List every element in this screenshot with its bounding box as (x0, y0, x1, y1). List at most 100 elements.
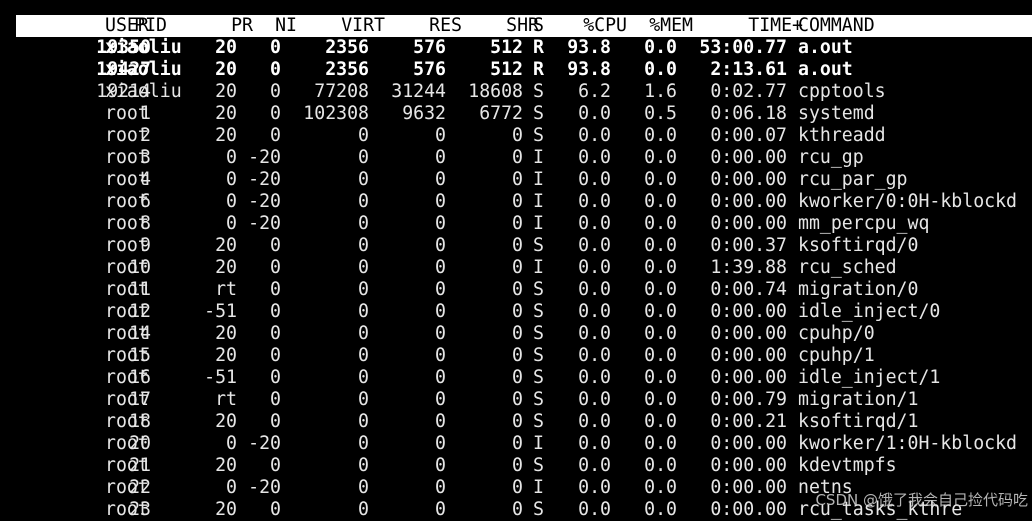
nice-cell: 0 (270, 81, 281, 102)
state-cell: I (533, 477, 544, 498)
virt-cell: 0 (358, 389, 369, 410)
cpu-cell: 93.8 (567, 59, 611, 80)
process-row[interactable]: 19427 xiaoliu 20 0 2356 576 512 R 93.8 0.0 2:13.61… (0, 59, 1032, 81)
res-cell: 0 (435, 147, 446, 168)
command-cell: cpuhp/0 (798, 323, 875, 344)
cpu-cell: 0.0 (578, 125, 611, 146)
mem-cell: 0.0 (644, 169, 677, 190)
time-cell: 0:06.18 (710, 103, 787, 124)
virt-cell: 0 (358, 125, 369, 146)
state-cell: S (533, 81, 544, 102)
priority-cell: 20 (215, 125, 237, 146)
command-cell: ksoftirqd/1 (798, 411, 919, 432)
mem-cell: 0.0 (644, 235, 677, 256)
terminal-window[interactable]: PID USER PR NI VIRT RES SHR S %CPU %MEM … (0, 0, 1032, 521)
state-cell: R (533, 37, 544, 58)
priority-cell: -51 (204, 367, 237, 388)
shr-cell: 0 (512, 279, 523, 300)
virt-cell: 0 (358, 477, 369, 498)
header-state: S (533, 15, 544, 36)
header-time: TIME+ (748, 15, 803, 36)
priority-cell: 20 (215, 345, 237, 366)
command-cell: idle_inject/1 (798, 367, 941, 388)
mem-cell: 0.0 (644, 37, 677, 58)
process-row[interactable]: 12 root -51 0 0 0 0 S 0.0 0.0 0:00.00 idle_inject/0 (0, 301, 1032, 323)
cpu-cell: 0.0 (578, 213, 611, 234)
virt-cell: 0 (358, 499, 369, 520)
priority-cell: 0 (226, 147, 237, 168)
mem-cell: 0.0 (644, 433, 677, 454)
virt-cell: 0 (358, 169, 369, 190)
mem-cell: 0.5 (644, 103, 677, 124)
process-row[interactable]: 18 root 20 0 0 0 0 S 0.0 0.0 0:00.21 ksoftirqd/1 (0, 411, 1032, 433)
user-cell: root (105, 279, 149, 300)
time-cell: 0:00.07 (710, 125, 787, 146)
priority-cell: 20 (215, 103, 237, 124)
watermark: CSDN @饿了我会自己捡代码吃 (815, 491, 1028, 509)
nice-cell: 0 (270, 279, 281, 300)
command-cell: kthreadd (798, 125, 886, 146)
virt-cell: 2356 (325, 59, 369, 80)
cpu-cell: 0.0 (578, 191, 611, 212)
user-cell: root (105, 345, 149, 366)
state-cell: I (533, 433, 544, 454)
process-table: PID USER PR NI VIRT RES SHR S %CPU %MEM … (0, 15, 1032, 521)
process-row[interactable]: 9 root 20 0 0 0 0 S 0.0 0.0 0:00.37 ksoftirqd/0 (0, 235, 1032, 257)
time-cell: 0:00.00 (710, 345, 787, 366)
priority-cell: 0 (226, 191, 237, 212)
user-cell: root (105, 125, 149, 146)
process-row[interactable]: 2 root 20 0 0 0 0 S 0.0 0.0 0:00.07 kthreadd (0, 125, 1032, 147)
virt-cell: 0 (358, 147, 369, 168)
mem-cell: 0.0 (644, 125, 677, 146)
table-header: PID USER PR NI VIRT RES SHR S %CPU %MEM … (16, 15, 1032, 37)
process-row[interactable]: 19350 xiaoliu 20 0 2356 576 512 R 93.8 0.0 53:00.7… (0, 37, 1032, 59)
state-cell: S (533, 125, 544, 146)
command-cell: rcu_par_gp (798, 169, 908, 190)
process-row[interactable]: 20 root 0 -20 0 0 0 I 0.0 0.0 0:00.00 kworker/1:0H-… (0, 433, 1032, 455)
process-row[interactable]: 21 root 20 0 0 0 0 S 0.0 0.0 0:00.00 kdevtmpfs (0, 455, 1032, 477)
time-cell: 0:00.00 (710, 433, 787, 454)
cpu-cell: 0.0 (578, 389, 611, 410)
process-row[interactable]: 10 root 20 0 0 0 0 I 0.0 0.0 1:39.88 rcu_sched (0, 257, 1032, 279)
process-row[interactable]: 15 root 20 0 0 0 0 S 0.0 0.0 0:00.00 cpuhp/1 (0, 345, 1032, 367)
process-row[interactable]: 1 root 20 0 102308 9632 6772 S 0.0 0.5 0:06.18 syst… (0, 103, 1032, 125)
nice-cell: 0 (270, 301, 281, 322)
state-cell: R (533, 59, 544, 80)
cpu-cell: 0.0 (578, 345, 611, 366)
state-cell: S (533, 367, 544, 388)
shr-cell: 0 (512, 389, 523, 410)
header-user: USER (105, 15, 149, 36)
process-row[interactable]: 14 root 20 0 0 0 0 S 0.0 0.0 0:00.00 cpuhp/0 (0, 323, 1032, 345)
time-cell: 0:00.00 (710, 323, 787, 344)
shr-cell: 512 (490, 59, 523, 80)
process-row[interactable]: 4 root 0 -20 0 0 0 I 0.0 0.0 0:00.00 rcu_par_gp (0, 169, 1032, 191)
virt-cell: 0 (358, 323, 369, 344)
process-row[interactable]: 16 root -51 0 0 0 0 S 0.0 0.0 0:00.00 idle_inject/1 (0, 367, 1032, 389)
res-cell: 0 (435, 345, 446, 366)
time-cell: 0:00.00 (710, 191, 787, 212)
priority-cell: 20 (215, 411, 237, 432)
user-cell: root (105, 433, 149, 454)
user-cell: root (105, 323, 149, 344)
process-row[interactable]: 17 root rt 0 0 0 0 S 0.0 0.0 0:00.79 migration/1 (0, 389, 1032, 411)
shr-cell: 0 (512, 433, 523, 454)
user-cell: root (105, 367, 149, 388)
priority-cell: 0 (226, 213, 237, 234)
state-cell: S (533, 499, 544, 520)
process-row[interactable]: 19214 xiaoliu 20 0 77208 31244 18608 S 6.2 1.6 0:0… (0, 81, 1032, 103)
process-row[interactable]: 8 root 0 -20 0 0 0 I 0.0 0.0 0:00.00 mm_percpu_wq (0, 213, 1032, 235)
mem-cell: 0.0 (644, 213, 677, 234)
process-row[interactable]: 6 root 0 -20 0 0 0 I 0.0 0.0 0:00.00 kworker/0:0H-k… (0, 191, 1032, 213)
process-row[interactable]: 11 root rt 0 0 0 0 S 0.0 0.0 0:00.74 migration/0 (0, 279, 1032, 301)
cpu-cell: 0.0 (578, 257, 611, 278)
cpu-cell: 93.8 (567, 37, 611, 58)
virt-cell: 0 (358, 301, 369, 322)
priority-cell: 20 (215, 235, 237, 256)
nice-cell: 0 (270, 235, 281, 256)
process-row[interactable]: 3 root 0 -20 0 0 0 I 0.0 0.0 0:00.00 rcu_gp (0, 147, 1032, 169)
shr-cell: 18608 (468, 81, 523, 102)
nice-cell: 0 (270, 59, 281, 80)
virt-cell: 0 (358, 213, 369, 234)
priority-cell: -51 (204, 301, 237, 322)
state-cell: S (533, 411, 544, 432)
